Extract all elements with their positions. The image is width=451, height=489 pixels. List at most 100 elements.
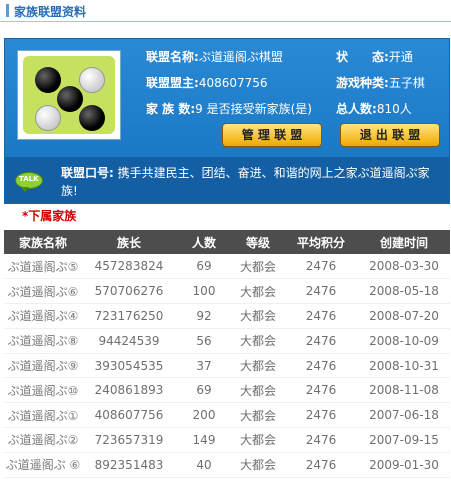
avg-score-cell: 2476 xyxy=(284,254,358,280)
level-cell: 大都会 xyxy=(232,328,284,354)
white-stone-icon xyxy=(79,67,105,93)
alliance-game-value: 五子棋 xyxy=(388,76,425,90)
table-row: ぷ道遥阁ぷ⑥ 570706276 100 大都会 2476 2008-05-18 xyxy=(4,278,450,305)
quit-alliance-button[interactable]: 退 出 联 盟 xyxy=(340,123,440,147)
table-row: ぷ道遥阁ぷ② 723657319 149 大都会 2476 2007-09-15 xyxy=(4,427,450,453)
alliance-panel: 联盟名称:ぷ道遥阁ぷ棋盟 联盟盟主:408607756 家 族 数:9 是否接受… xyxy=(4,38,450,204)
avg-score-cell: 2476 xyxy=(284,328,358,354)
members-cell: 100 xyxy=(176,278,232,305)
column-header-leader[interactable]: 族长 xyxy=(82,230,176,254)
level-cell: 大都会 xyxy=(232,254,284,280)
column-header-created[interactable]: 创建时间 xyxy=(358,230,450,254)
alliance-leader-row: 联盟盟主:408607756 xyxy=(146,74,268,91)
leader-cell: 723657319 xyxy=(82,427,176,453)
created-date-cell: 2008-10-09 xyxy=(358,328,450,354)
header-accent-bar xyxy=(6,4,9,17)
members-cell: 56 xyxy=(176,328,232,354)
leader-cell: 892351483 xyxy=(82,452,176,478)
leader-cell: 457283824 xyxy=(82,254,176,280)
members-cell: 149 xyxy=(176,427,232,453)
members-cell: 69 xyxy=(176,377,232,404)
talk-icon: TALK xyxy=(15,172,43,192)
slogan-value: 携手共建民主、团结、奋进、和谐的网上之家ぷ道遥阁ぷ家族! xyxy=(61,166,430,198)
alliance-name-label: 联盟名称: xyxy=(146,50,199,64)
alliance-population-value: 810人 xyxy=(376,102,412,116)
alliance-families-row: 家 族 数:9 是否接受新家族(是) xyxy=(146,100,312,117)
alliance-name-value: ぷ道遥阁ぷ棋盟 xyxy=(198,50,283,64)
manage-alliance-button[interactable]: 管 理 联 盟 xyxy=(222,123,322,147)
column-header-family-name[interactable]: 家族名称 xyxy=(4,230,82,254)
family-name-cell[interactable]: ぷ道遥阁ぷ⑥ xyxy=(4,278,82,305)
alliance-families-label: 家 族 数: xyxy=(146,102,196,116)
section-title: 家族联盟资料 xyxy=(14,5,87,19)
avg-score-cell: 2476 xyxy=(284,303,358,329)
go-board-icon xyxy=(23,56,115,134)
slogan-label: 联盟口号: xyxy=(61,166,114,180)
members-cell: 37 xyxy=(176,353,232,379)
family-name-cell[interactable]: ぷ道遥阁ぷ⑨ xyxy=(4,353,82,379)
sub-families-title: *下属家族 xyxy=(22,209,77,223)
alliance-game-label: 游戏种类: xyxy=(336,76,389,90)
level-cell: 大都会 xyxy=(232,353,284,379)
avg-score-cell: 2476 xyxy=(284,427,358,453)
created-date-cell: 2008-10-31 xyxy=(358,353,450,379)
leader-cell: 240861893 xyxy=(82,377,176,404)
section-header: 家族联盟资料 xyxy=(0,0,451,22)
column-header-avg-score[interactable]: 平均积分 xyxy=(284,230,358,254)
created-date-cell: 2008-03-30 xyxy=(358,254,450,280)
family-name-cell[interactable]: ぷ道遥阁ぷ① xyxy=(4,402,82,429)
level-cell: 大都会 xyxy=(232,452,284,478)
created-date-cell: 2008-11-08 xyxy=(358,377,450,404)
level-cell: 大都会 xyxy=(232,402,284,429)
leader-cell: 723176250 xyxy=(82,303,176,329)
black-stone-icon xyxy=(57,86,83,112)
leader-cell: 570706276 xyxy=(82,278,176,305)
family-name-cell[interactable]: ぷ道遥阁ぷ⑩ xyxy=(4,377,82,404)
family-name-cell[interactable]: ぷ道遥阁ぷ⑤ xyxy=(4,254,82,280)
table-header-row: 家族名称 族长 人数 等级 平均积分 创建时间 xyxy=(4,230,450,254)
avg-score-cell: 2476 xyxy=(284,402,358,429)
alliance-status-label: 状 态: xyxy=(336,50,389,64)
black-stone-icon xyxy=(35,67,61,93)
family-name-cell[interactable]: ぷ道遥阁ぷ⑧ xyxy=(4,328,82,354)
family-name-cell[interactable]: ぷ道遥阁ぷ② xyxy=(4,427,82,453)
created-date-cell: 2008-05-18 xyxy=(358,278,450,305)
alliance-name-row: 联盟名称:ぷ道遥阁ぷ棋盟 xyxy=(146,48,283,65)
sub-families-table: 家族名称 族长 人数 等级 平均积分 创建时间 ぷ道遥阁ぷ⑤ 457283824 6… xyxy=(4,230,450,478)
family-name-cell[interactable]: ぷ道遥阁ぷ ⑥ xyxy=(4,452,82,478)
leader-cell: 393054535 xyxy=(82,353,176,379)
alliance-slogan: 联盟口号: 携手共建民主、团结、奋进、和谐的网上之家ぷ道遥阁ぷ家族! xyxy=(61,164,441,200)
table-row: ぷ道遥阁ぷ⑨ 393054535 37 大都会 2476 2008-10-31 xyxy=(4,353,450,379)
level-cell: 大都会 xyxy=(232,377,284,404)
column-header-members[interactable]: 人数 xyxy=(176,230,232,254)
table-row: ぷ道遥阁ぷ⑧ 94424539 56 大都会 2476 2008-10-09 xyxy=(4,328,450,354)
created-date-cell: 2007-06-18 xyxy=(358,402,450,429)
leader-cell: 408607756 xyxy=(82,402,176,429)
alliance-leader-label: 联盟盟主: xyxy=(146,76,199,90)
members-cell: 92 xyxy=(176,303,232,329)
avg-score-cell: 2476 xyxy=(284,353,358,379)
created-date-cell: 2007-09-15 xyxy=(358,427,450,453)
members-cell: 200 xyxy=(176,402,232,429)
table-row: ぷ道遥阁ぷ⑤ 457283824 69 大都会 2476 2008-03-30 xyxy=(4,254,450,280)
level-cell: 大都会 xyxy=(232,278,284,305)
white-stone-icon xyxy=(35,105,61,131)
alliance-leader-value: 408607756 xyxy=(198,76,268,90)
table-row: ぷ道遥阁ぷ ⑥ 892351483 40 大都会 2476 2009-01-30 xyxy=(4,452,450,478)
level-cell: 大都会 xyxy=(232,427,284,453)
members-cell: 69 xyxy=(176,254,232,280)
table-row: ぷ道遥阁ぷ⑩ 240861893 69 大都会 2476 2008-11-08 xyxy=(4,377,450,404)
talk-bubble-tail xyxy=(21,187,29,192)
alliance-game-row: 游戏种类:五子棋 xyxy=(336,74,425,91)
alliance-logo xyxy=(17,50,121,140)
table-row: ぷ道遥阁ぷ① 408607756 200 大都会 2476 2007-06-18 xyxy=(4,402,450,429)
alliance-population-row: 总人数:810人 xyxy=(336,100,412,117)
black-stone-icon xyxy=(79,105,105,131)
avg-score-cell: 2476 xyxy=(284,377,358,404)
column-header-level[interactable]: 等级 xyxy=(232,230,284,254)
alliance-status-value: 开通 xyxy=(388,50,413,64)
created-date-cell: 2009-01-30 xyxy=(358,452,450,478)
family-name-cell[interactable]: ぷ道遥阁ぷ④ xyxy=(4,303,82,329)
leader-cell: 94424539 xyxy=(82,328,176,354)
alliance-families-value: 9 是否接受新家族(是) xyxy=(195,102,312,116)
